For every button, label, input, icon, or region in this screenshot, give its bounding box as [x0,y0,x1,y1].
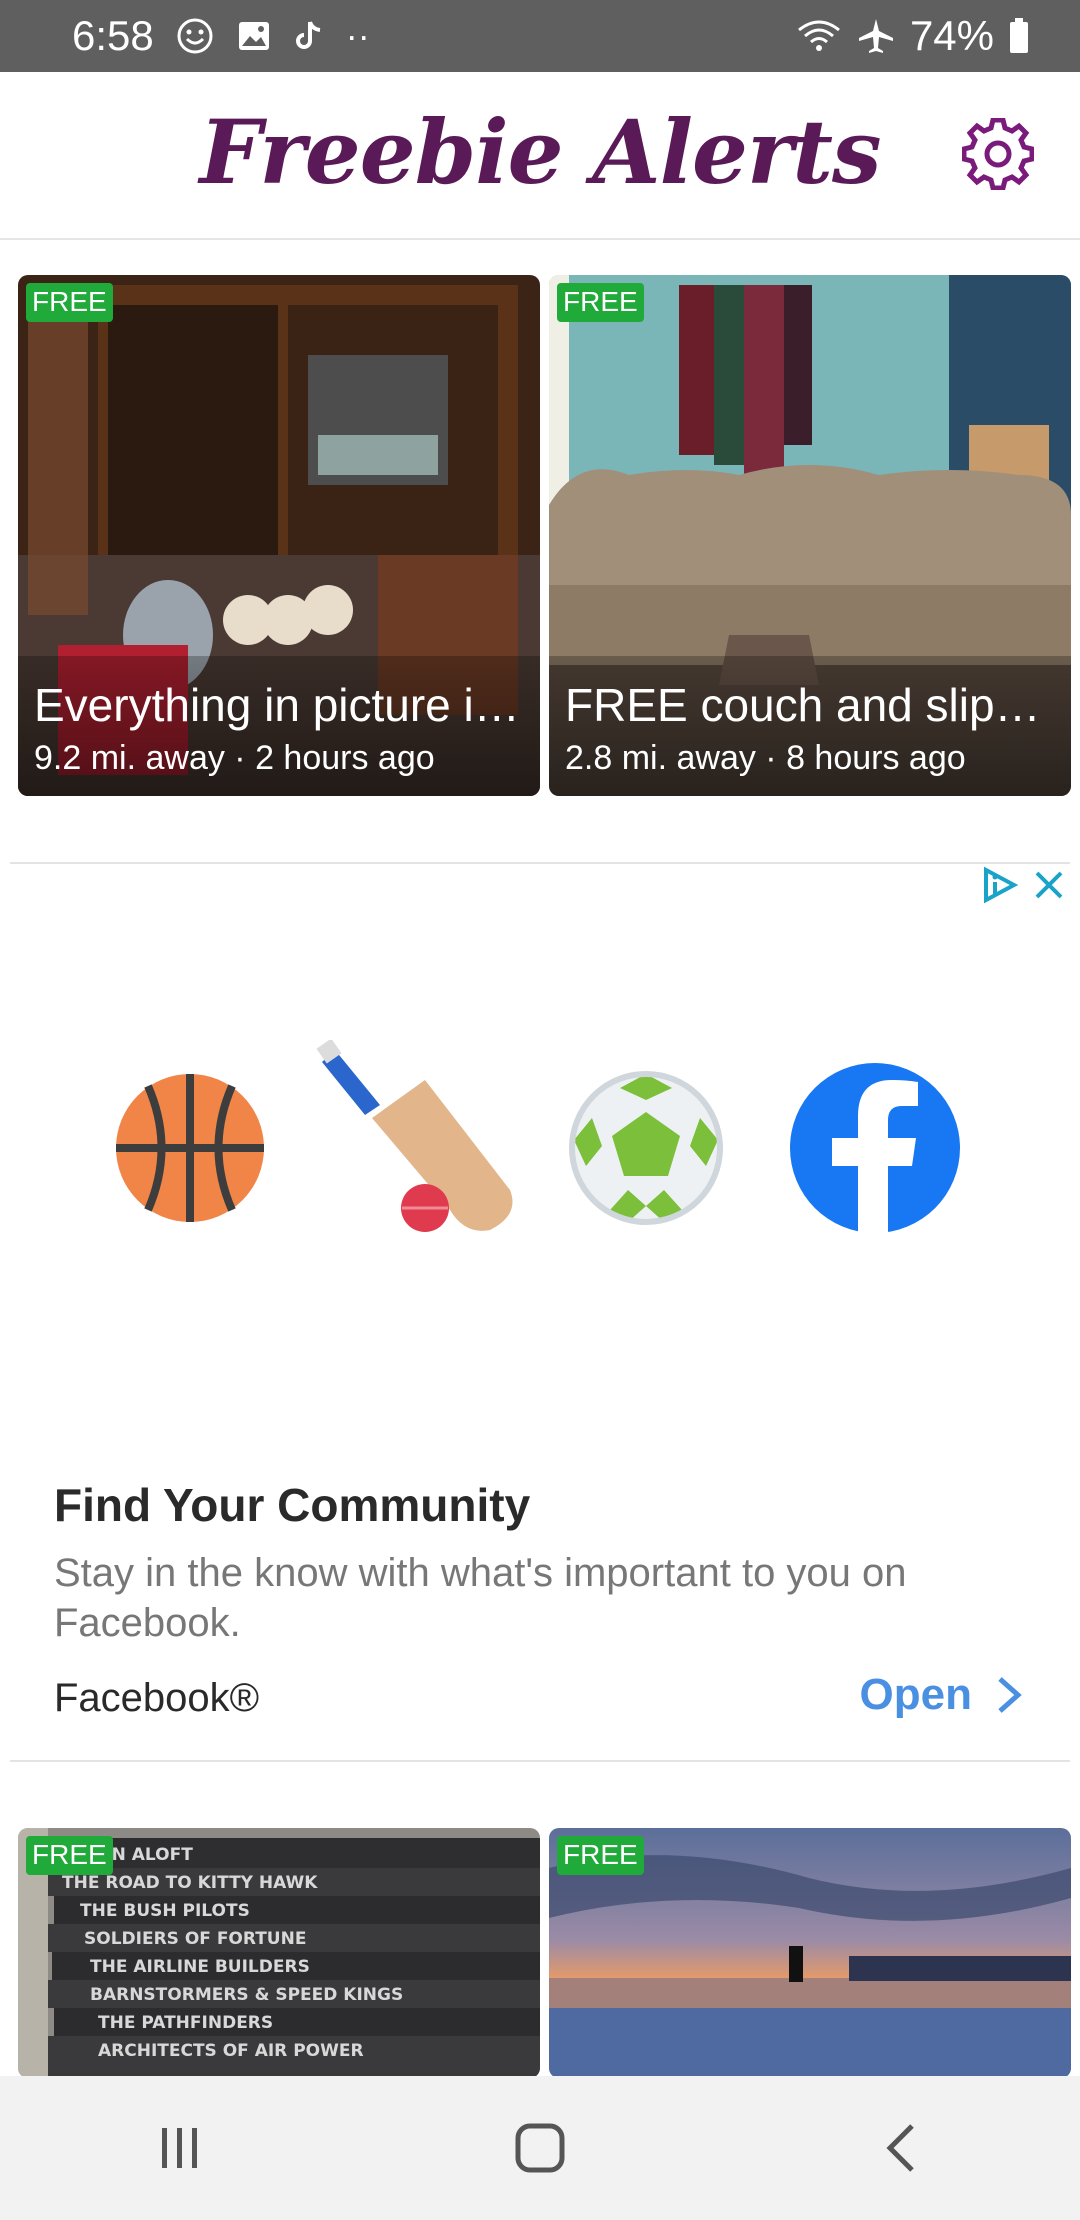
more-dots-icon: ·· [345,15,370,56]
chevron-right-icon [998,1677,1022,1713]
book-spine-text: THE AIRLINE BUILDERS [90,1957,310,1977]
book-spine-text: THE BUSH PILOTS [80,1901,250,1921]
image-icon [238,22,269,50]
battery-icon [1010,18,1028,53]
free-badge: FREE [557,1836,644,1875]
listing-meta: 2.8 mi. away · 8 hours ago [565,739,966,777]
app-title: Freebie Alerts [199,100,881,204]
home-icon [515,2123,565,2173]
listing-meta: 9.2 mi. away · 2 hours ago [34,739,435,777]
listing-title: Everything in picture i… [34,679,520,731]
gear-icon [962,118,1034,190]
book-spine-text: THE PATHFINDERS [98,2013,273,2033]
book-spine-text: SOLDIERS OF FORTUNE [84,1929,306,1949]
facebook-icon [790,1063,960,1233]
notification-icons: ·· [176,17,370,55]
ad-open-button[interactable]: Open [860,1670,1022,1720]
ad-image[interactable] [80,1040,1000,1300]
listing-card[interactable]: FREE FREE couch and slipc… 2.8 mi. away … [549,275,1071,796]
listing-card[interactable]: EN ALOFT THE ROAD TO KITTY HAWK THE BUSH… [18,1828,540,2078]
status-time: 6:58 [72,12,154,59]
close-ad-icon[interactable] [1032,868,1066,902]
free-badge: FREE [26,1836,113,1875]
smiley-icon [177,18,213,54]
recent-apps-icon [162,2128,197,2168]
free-badge: FREE [26,283,113,322]
book-spine-text: THE ROAD TO KITTY HAWK [62,1873,318,1893]
ad-controls [980,866,1066,904]
basketball-icon [116,1074,264,1222]
wifi-icon [798,20,840,51]
ad-open-label: Open [859,1670,972,1719]
battery-percent: 74% [909,12,994,59]
recent-apps-button[interactable] [120,2098,240,2198]
ad-body: Stay in the know with what's important t… [54,1551,907,1645]
listing-card[interactable]: FREE Everything in picture i… 9.2 mi. aw… [18,275,540,796]
cricket-bat-icon [316,1040,513,1232]
back-icon [886,2124,914,2172]
ad-brand: Facebook® [54,1676,260,1720]
adchoices-icon[interactable] [980,866,1018,904]
home-button[interactable] [480,2098,600,2198]
book-spine-text: ARCHITECTS OF AIR POWER [98,2041,364,2061]
navigation-bar [0,2076,1080,2220]
book-spine-text: EN ALOFT [100,1845,193,1865]
listing-card[interactable]: FREE [549,1828,1071,2078]
app-header: Freebie Alerts [0,72,1080,240]
tiktok-icon [295,21,321,49]
soccer-ball-icon [569,1071,723,1225]
free-badge: FREE [557,283,644,322]
settings-button[interactable] [960,116,1036,192]
airplane-icon [858,19,893,53]
book-spine-text: BARNSTORMERS & SPEED KINGS [90,1985,403,2005]
status-bar: 6:58 ·· 74% [0,0,1080,72]
back-button[interactable] [840,2098,960,2198]
ad-title: Find Your Community [54,1479,531,1531]
ad-divider-top [10,862,1070,864]
ad-divider-bottom [10,1760,1070,1762]
listing-title: FREE couch and slipc… [565,679,1059,731]
